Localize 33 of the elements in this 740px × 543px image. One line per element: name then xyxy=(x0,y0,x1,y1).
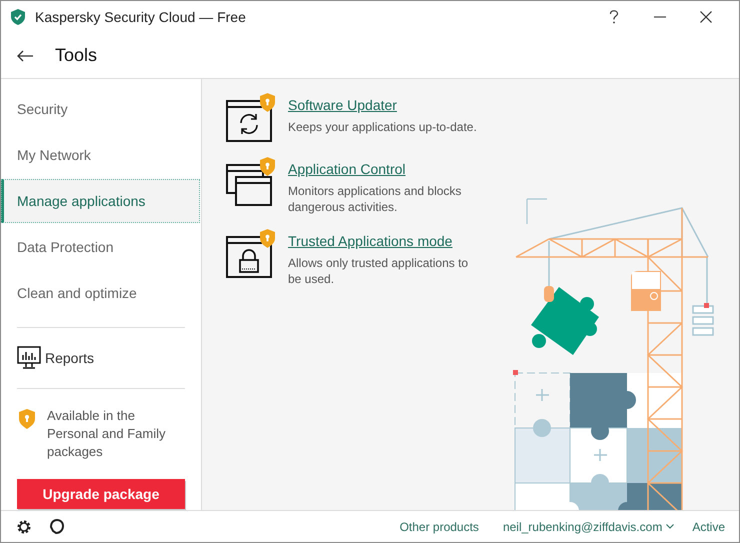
license-status: Active xyxy=(692,518,725,536)
sidebar-item[interactable]: Data Protection xyxy=(1,225,201,269)
tool-description: Monitors applications and blocks dangerous activities. xyxy=(288,183,462,215)
sidebar-item[interactable]: Manage applications xyxy=(1,179,200,223)
lock-shield-icon xyxy=(19,409,35,429)
two-windows-icon xyxy=(226,161,272,207)
shield-logo-icon xyxy=(11,9,25,25)
chevron-down-icon xyxy=(666,524,674,529)
reports-link[interactable]: Reports xyxy=(1,328,201,388)
tool-link[interactable]: Application Control xyxy=(288,159,406,180)
minimize-icon xyxy=(654,16,666,18)
settings-icon xyxy=(16,518,32,534)
upgrade-note: Available in the Personal and Family packages xyxy=(47,407,166,461)
sidebar-item[interactable]: Security xyxy=(1,87,201,131)
account-dropdown[interactable]: neil_rubenking@ziffdavis.com xyxy=(502,518,674,536)
tool-description: Keeps your applications up-to-date. xyxy=(288,119,478,135)
settings-button[interactable] xyxy=(15,518,33,536)
window-refresh-icon xyxy=(226,97,272,143)
support-button[interactable] xyxy=(47,518,65,536)
monitor-chart-icon xyxy=(17,346,41,370)
sidebar-item[interactable]: My Network xyxy=(1,133,201,177)
help-icon xyxy=(609,10,619,24)
sidebar-item[interactable]: Clean and optimize xyxy=(1,271,201,315)
page-title: Tools xyxy=(55,44,98,67)
window-padlock-icon xyxy=(226,233,272,279)
other-products-link[interactable]: Other products xyxy=(400,518,479,536)
tool-link[interactable]: Software Updater xyxy=(288,95,397,116)
upgrade-button[interactable]: Upgrade package xyxy=(17,479,185,509)
tool-description: Allows only trusted applications to be used. xyxy=(288,255,470,287)
window-title: Kaspersky Security Cloud — Free xyxy=(35,8,246,27)
close-icon xyxy=(700,11,712,23)
back-arrow-icon xyxy=(17,50,33,62)
tool-link[interactable]: Trusted Applications mode xyxy=(288,231,452,252)
